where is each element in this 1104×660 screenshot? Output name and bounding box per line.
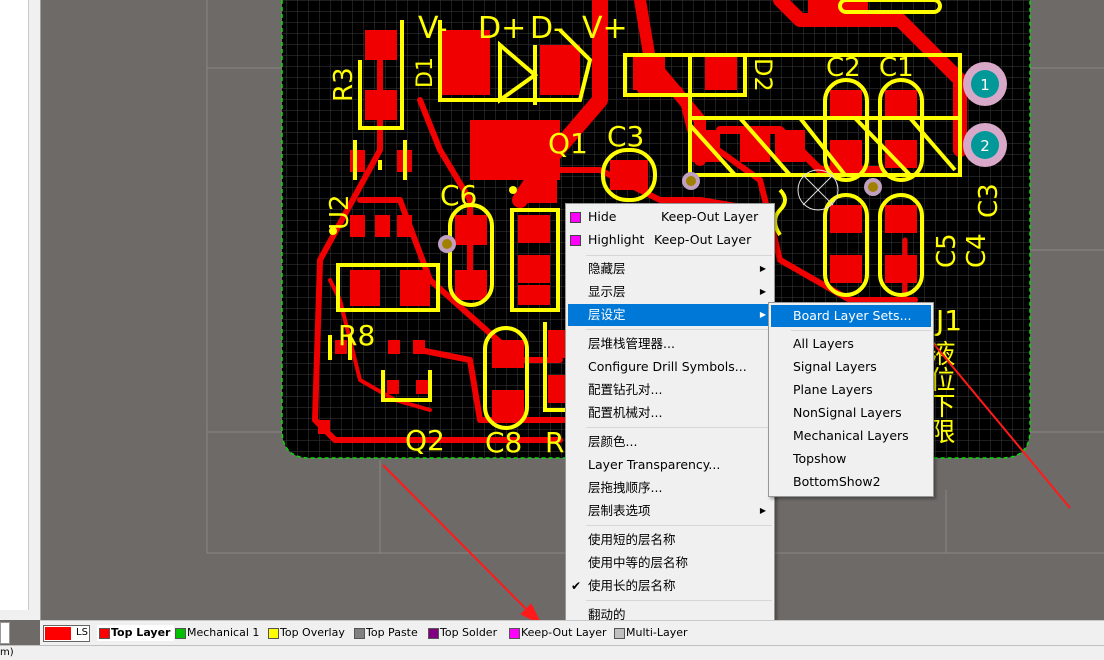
menu-separator [586,329,772,330]
layer-color-swatch [268,628,279,639]
layer-tab-top-solder[interactable]: Top Solder [426,625,501,641]
silk-r3: R3 [329,67,359,102]
menu-item-short-layer-names[interactable]: 使用短的层名称 [568,529,772,551]
submenu-item-nonsignal-layers[interactable]: NonSignal Layers [771,402,931,424]
layer-tab-multi-layer[interactable]: Multi-Layer [612,625,692,641]
silk-r8: R8 [338,319,375,352]
menu-item-highlight[interactable]: Highlight Keep-Out Layer [568,229,772,251]
silk-j1: J1 [934,304,962,337]
layer-color-swatch [428,628,439,639]
submenu-item-plane-layers[interactable]: Plane Layers [771,379,931,401]
menu-item-hide[interactable]: Hide Keep-Out Layer [568,206,772,228]
silk-q2: Q2 [405,424,445,457]
submenu-item-topshow[interactable]: Topshow [771,448,931,470]
silk-c2: C2 [826,53,861,83]
silk-c6: C6 [440,179,477,212]
menu-item-medium-layer-names[interactable]: 使用中等的层名称 [568,552,772,574]
checkmark-icon: ✔ [571,579,582,593]
submenu-item-mechanical-layers[interactable]: Mechanical Layers [771,425,931,447]
layer-tab-mechanical-1[interactable]: Mechanical 1 [173,625,263,641]
menu-item-layer-drag-order[interactable]: 层拖拽顺序... [568,477,772,499]
status-bar: m) [0,645,1104,660]
pad-label-2: 2 [980,137,990,155]
silk-v-minus: V- [418,11,448,46]
menu-separator [586,255,772,256]
silk-d-plus: D+ [478,11,526,46]
silk-c4: C4 [962,233,992,268]
menu-item-hide-layers[interactable]: 隐藏层 ▶ [568,258,772,280]
highlight-color-swatch [570,235,581,246]
menu-separator [586,525,772,526]
left-panel-list[interactable] [0,0,29,610]
current-layer-color-swatch [45,627,71,640]
submenu-arrow-icon: ▶ [759,310,766,319]
layer-color-swatch [614,628,625,639]
menu-separator [586,600,772,601]
menu-item-drill-pairs[interactable]: 配置钻孔对... [568,379,772,401]
menu-separator [791,330,931,331]
left-panel-scroll-box[interactable] [0,622,10,644]
submenu-item-bottomshow2[interactable]: BottomShow2 [771,471,931,493]
menu-item-long-layer-names[interactable]: ✔ 使用长的层名称 [568,575,772,597]
submenu-arrow-icon: ▶ [759,264,766,273]
submenu-arrow-icon: ▶ [759,506,766,515]
submenu-item-signal-layers[interactable]: Signal Layers [771,356,931,378]
menu-separator [586,427,772,428]
status-text: m) [0,647,14,658]
submenu-arrow-icon: ▶ [759,287,766,296]
hide-color-swatch [570,212,581,223]
layer-tab-bar: LS Top Layer Mechanical 1 Top Overlay To… [40,620,1104,645]
menu-item-layer-tab-options[interactable]: 层制表选项 ▶ [568,500,772,522]
layer-tab-keep-out-layer[interactable]: Keep-Out Layer [507,625,611,641]
menu-item-configure-drill-symbols[interactable]: Configure Drill Symbols... [568,356,772,378]
pad-label-1: 1 [980,76,990,94]
silk-d1: D1 [413,57,438,88]
layer-settings-submenu: Board Layer Sets... All Layers Signal La… [768,302,934,497]
submenu-item-board-layer-sets[interactable]: Board Layer Sets... [771,305,931,327]
layer-set-button[interactable]: LS [43,625,90,642]
silk-r-partial: R [545,426,564,459]
layer-color-swatch [175,628,186,639]
silk-c3a: C3 [607,120,644,153]
silk-v-plus: V+ [582,11,628,46]
silk-c1: C1 [879,53,914,83]
menu-item-layer-transparency[interactable]: Layer Transparency... [568,454,772,476]
silk-q1: Q1 [548,127,588,160]
submenu-item-all-layers[interactable]: All Layers [771,333,931,355]
layer-color-swatch [354,628,365,639]
menu-item-layer-settings[interactable]: 层设定 ▶ [568,304,772,326]
silk-c8: C8 [485,426,522,459]
silk-d-minus: D- [530,11,564,46]
silk-d2: D2 [749,58,777,92]
layer-color-swatch [99,628,110,639]
layer-tab-top-layer[interactable]: Top Layer [97,625,175,641]
left-panel [0,0,41,644]
layer-color-swatch [509,628,520,639]
menu-item-layer-stack-manager[interactable]: 层堆栈管理器... [568,333,772,355]
silk-c3b: C3 [974,183,1004,218]
menu-item-layer-colors[interactable]: 层颜色... [568,431,772,453]
menu-item-mechanical-pairs[interactable]: 配置机械对... [568,402,772,424]
layer-context-menu: Hide Keep-Out Layer Highlight Keep-Out L… [565,203,775,632]
layer-tab-top-overlay[interactable]: Top Overlay [266,625,349,641]
silk-u2: U2 [325,194,355,230]
menu-item-show-layers[interactable]: 显示层 ▶ [568,281,772,303]
layer-tab-top-paste[interactable]: Top Paste [352,625,422,641]
silk-c5: C5 [932,233,962,268]
